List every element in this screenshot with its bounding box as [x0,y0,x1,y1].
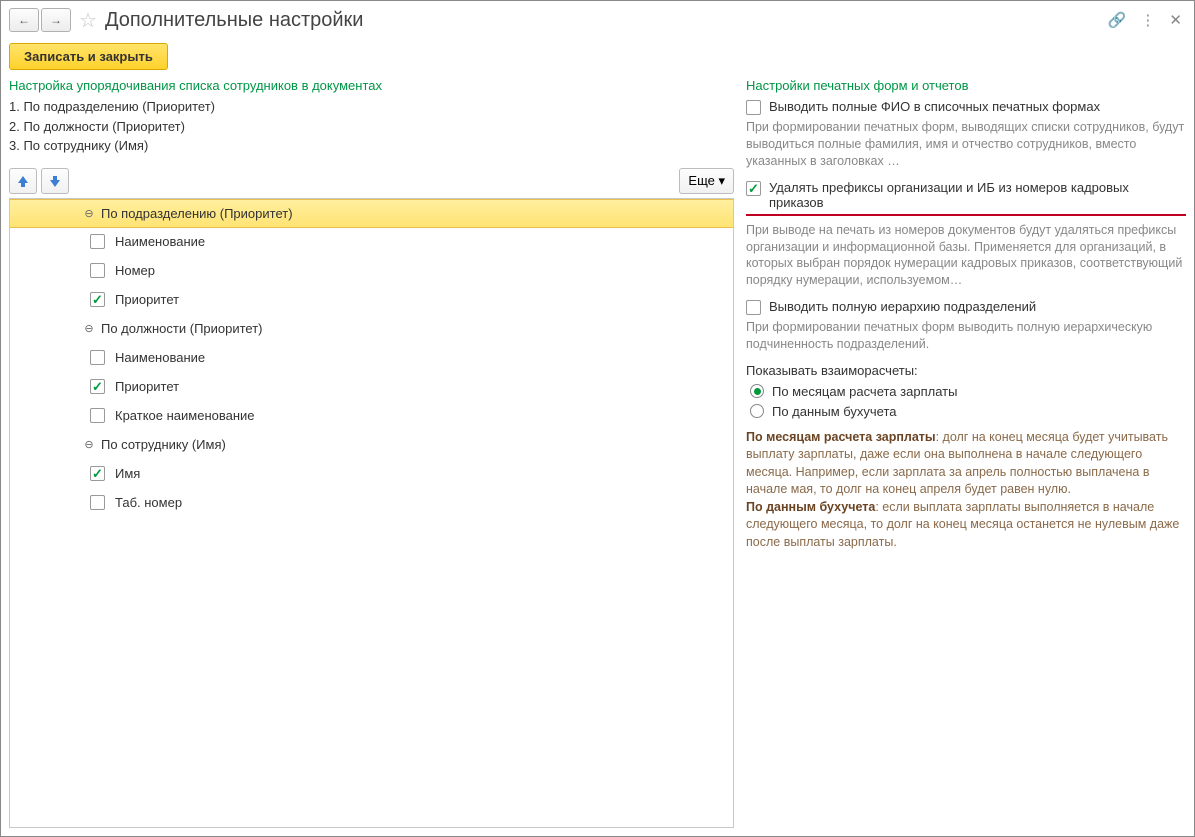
tree-group-label: По должности (Приоритет) [101,321,263,336]
tree-group[interactable]: По подразделению (Приоритет) [10,199,733,228]
checkbox[interactable] [90,495,105,510]
explanation-bold: По месяцам расчета зарплаты [746,430,936,444]
tree-item-label: Наименование [115,350,205,365]
checkbox[interactable] [90,234,105,249]
nav-back-button[interactable]: ← [9,8,39,32]
right-section-title: Настройки печатных форм и отчетов [746,78,1186,93]
tree-item-label: Приоритет [115,292,179,307]
radio-by-salary-months[interactable]: По месяцам расчета зарплаты [750,384,1186,399]
checkbox[interactable] [90,408,105,423]
radio-button[interactable] [750,384,764,398]
tree-item[interactable]: Приоритет [10,286,733,315]
tree-group-label: По сотруднику (Имя) [101,437,226,452]
page-title: Дополнительные настройки [105,9,1108,32]
radio-by-accounting[interactable]: По данным бухучета [750,404,1186,419]
radio-label: По месяцам расчета зарплаты [772,384,957,399]
option-full-fio[interactable]: Выводить полные ФИО в списочных печатных… [746,99,1186,115]
option-description: При формировании печатных форм выводить … [746,319,1186,353]
tree-item[interactable]: Имя [10,460,733,489]
tree-group-label: По подразделению (Приоритет) [101,206,293,221]
tree-group[interactable]: По должности (Приоритет) [10,315,733,344]
radio-button[interactable] [750,404,764,418]
titlebar: ← → ☆ Дополнительные настройки 🔗 ⋮ ✕ [1,1,1194,39]
order-item: 3. По сотруднику (Имя) [9,136,734,156]
tree-item-label: Номер [115,263,155,278]
order-item: 2. По должности (Приоритет) [9,117,734,137]
tree-item[interactable]: Краткое наименование [10,402,733,431]
checkbox[interactable] [90,379,105,394]
kebab-menu-icon[interactable]: ⋮ [1140,11,1155,29]
order-list: 1. По подразделению (Приоритет) 2. По до… [9,97,734,156]
tree-item-label: Наименование [115,234,205,249]
explanation-block: По месяцам расчета зарплаты: долг на кон… [746,429,1186,552]
tree-item[interactable]: Приоритет [10,373,733,402]
favorite-star-icon[interactable]: ☆ [79,8,97,33]
save-and-close-button[interactable]: Записать и закрыть [9,43,168,70]
tree-item-label: Таб. номер [115,495,182,510]
link-icon[interactable]: 🔗 [1108,11,1127,29]
left-section-title: Настройка упорядочивания списка сотрудни… [9,78,734,93]
checkbox[interactable] [90,292,105,307]
collapse-icon[interactable] [83,323,95,335]
checkbox[interactable] [90,263,105,278]
toolbar: Записать и закрыть [1,39,1194,78]
checkbox[interactable] [746,181,761,196]
tree-item-label: Приоритет [115,379,179,394]
close-icon[interactable]: ✕ [1169,11,1182,29]
collapse-icon[interactable] [83,207,95,219]
move-up-button[interactable] [9,168,37,194]
checkbox[interactable] [746,300,761,315]
option-remove-prefixes[interactable]: Удалять префиксы организации и ИБ из ном… [746,180,1186,216]
tree-item-label: Краткое наименование [115,408,255,423]
tree-item[interactable]: Номер [10,257,733,286]
tree-group[interactable]: По сотруднику (Имя) [10,431,733,460]
checkbox[interactable] [746,100,761,115]
checkbox[interactable] [90,466,105,481]
tree-item[interactable]: Таб. номер [10,489,733,518]
more-button[interactable]: Еще ▾ [679,168,734,194]
option-description: При выводе на печать из номеров документ… [746,222,1186,290]
tree-item-label: Имя [115,466,140,481]
radio-group-title: Показывать взаиморасчеты: [746,363,1186,378]
option-label: Выводить полные ФИО в списочных печатных… [769,99,1100,114]
order-item: 1. По подразделению (Приоритет) [9,97,734,117]
option-label: Удалять префиксы организации и ИБ из ном… [769,180,1186,210]
tree-item[interactable]: Наименование [10,228,733,257]
sort-tree[interactable]: По подразделению (Приоритет) Наименовани… [9,198,734,829]
explanation-bold: По данным бухучета [746,500,875,514]
tree-item[interactable]: Наименование [10,344,733,373]
move-down-button[interactable] [41,168,69,194]
collapse-icon[interactable] [83,439,95,451]
checkbox[interactable] [90,350,105,365]
option-full-hierarchy[interactable]: Выводить полную иерархию подразделений [746,299,1186,315]
option-description: При формировании печатных форм, выводящи… [746,119,1186,170]
radio-group-settlements: По месяцам расчета зарплаты По данным бу… [750,384,1186,419]
nav-forward-button[interactable]: → [41,8,71,32]
radio-label: По данным бухучета [772,404,897,419]
option-label: Выводить полную иерархию подразделений [769,299,1036,314]
